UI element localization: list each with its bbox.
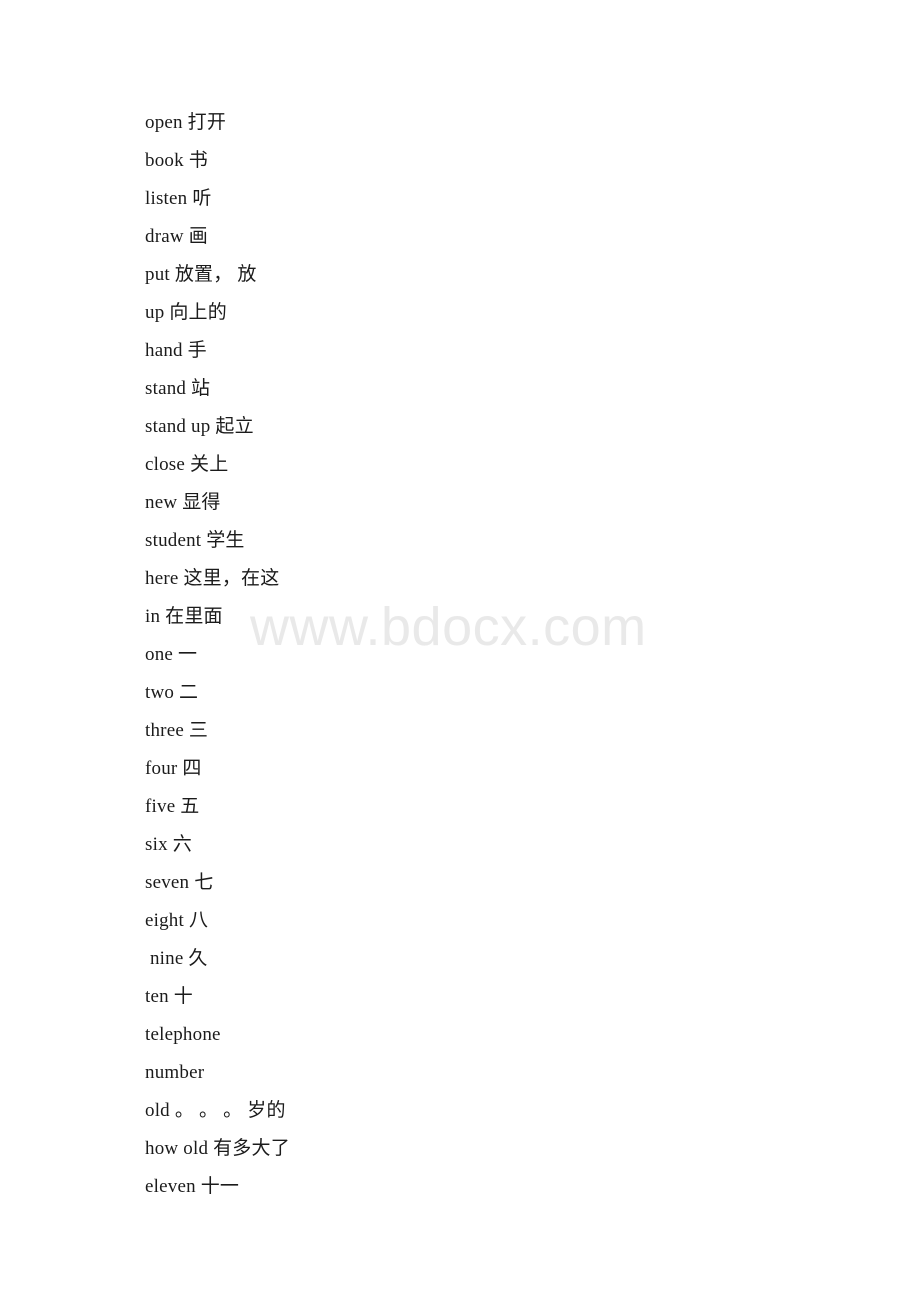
list-item: hand 手 (145, 340, 207, 361)
list-item: old 。 。 。 岁的 (145, 1100, 286, 1121)
list-item: draw 画 (145, 226, 208, 247)
list-item: book 书 (145, 150, 208, 171)
list-item: up 向上的 (145, 302, 227, 323)
list-item: telephone (145, 1024, 221, 1045)
list-item: close 关上 (145, 454, 229, 475)
list-item: listen 听 (145, 188, 212, 209)
list-item: one 一 (145, 644, 198, 665)
list-item: nine 久 (145, 948, 208, 969)
list-item: two 二 (145, 682, 199, 703)
list-item: seven 七 (145, 872, 214, 893)
document-page: www.bdocx.com open 打开 book 书 listen 听 dr… (0, 0, 920, 1302)
list-item: put 放置， 放 (145, 264, 257, 285)
list-item: five 五 (145, 796, 200, 817)
vocabulary-list: open 打开 book 书 listen 听 draw 画 put 放置， 放… (145, 104, 845, 1206)
list-item: student 学生 (145, 530, 245, 551)
list-item: new 显得 (145, 492, 221, 513)
list-item: six 六 (145, 834, 192, 855)
list-item: ten 十 (145, 986, 193, 1007)
list-item: open 打开 (145, 112, 227, 133)
list-item: how old 有多大了 (145, 1138, 290, 1159)
list-item: eleven 十一 (145, 1176, 240, 1197)
list-item: stand up 起立 (145, 416, 254, 437)
list-item: four 四 (145, 758, 202, 779)
list-item: stand 站 (145, 378, 211, 399)
list-item: number (145, 1062, 205, 1083)
list-item: in 在里面 (145, 606, 223, 627)
list-item: here 这里，在这 (145, 568, 280, 589)
list-item: eight 八 (145, 910, 209, 931)
list-item: three 三 (145, 720, 209, 741)
